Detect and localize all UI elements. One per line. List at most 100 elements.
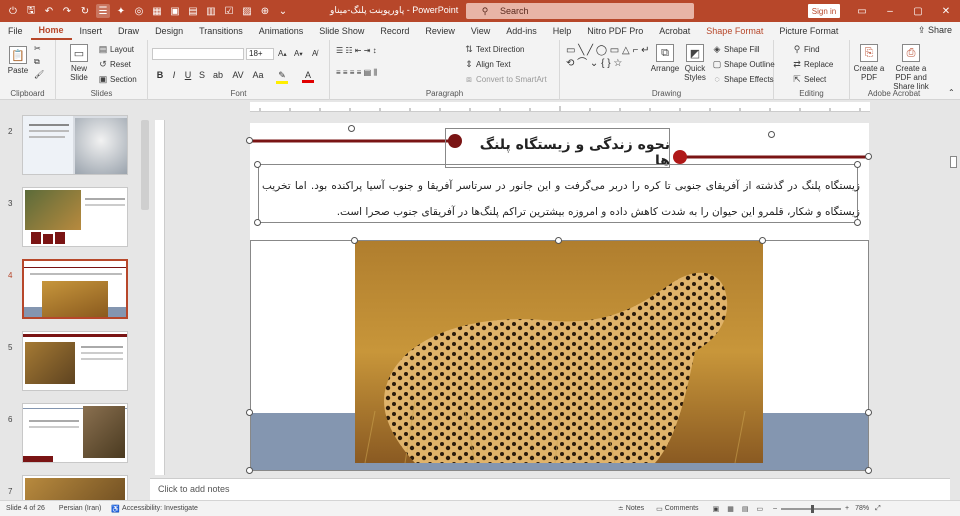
tab-animations[interactable]: Animations (251, 22, 312, 40)
resize-handle[interactable] (351, 237, 358, 244)
accessibility-status[interactable]: Accessibility: Investigate (122, 505, 198, 512)
zoom-out-icon[interactable]: – (773, 505, 777, 512)
increase-font-icon[interactable]: A ▴ (278, 49, 287, 58)
paste-button[interactable]: 📋 Paste (6, 46, 30, 75)
undo-icon[interactable]: ↶ (42, 4, 56, 18)
search-input[interactable]: ⚲ Search (466, 3, 694, 19)
change-case-button[interactable]: Aa (252, 70, 264, 80)
tab-acrobat[interactable]: Acrobat (651, 22, 698, 40)
resize-handle[interactable] (865, 153, 872, 160)
smartart-button[interactable]: ⧈ Convert to SmartArt (464, 74, 547, 84)
slideshow-icon[interactable]: ☰ (96, 4, 110, 18)
maximize-icon[interactable]: ▢ (904, 0, 932, 22)
slide-thumbnail-selected[interactable] (22, 259, 128, 319)
thumbnail-row[interactable]: 2 (0, 115, 140, 177)
layout-icon[interactable]: ▥ (204, 4, 218, 18)
reading-view-icon[interactable]: ▤ (742, 505, 749, 513)
resize-handle[interactable] (254, 219, 261, 226)
thumbnail-row[interactable]: 7 (0, 475, 140, 500)
resize-handle[interactable] (246, 137, 253, 144)
slide-canvas[interactable]: نحوه زندگی و زیستگاه پلنگ ها زیستگاه پلن… (246, 123, 872, 474)
refresh-icon[interactable]: ↻ (78, 4, 92, 18)
tab-nitro-pdf[interactable]: Nitro PDF Pro (579, 22, 651, 40)
resize-handle[interactable] (865, 409, 872, 416)
notes-button[interactable]: Notes (626, 505, 644, 512)
shape-effects-button[interactable]: ◌ Shape Effects (712, 74, 773, 84)
pin-icon[interactable]: ⊕ (258, 4, 272, 18)
tab-review[interactable]: Review (417, 22, 463, 40)
ribbon-display-icon[interactable]: ▭ (848, 0, 876, 22)
sorter-view-icon[interactable]: ▦ (727, 505, 734, 513)
thumbnail-row[interactable]: 5 (0, 331, 140, 393)
slideshow-view-icon[interactable]: ▭ (756, 505, 763, 513)
resize-handle[interactable] (246, 467, 253, 474)
chart-icon[interactable]: ▨ (240, 4, 254, 18)
select-button[interactable]: ⇱ Select (792, 74, 826, 84)
resize-handle[interactable] (246, 409, 253, 416)
underline-button[interactable]: U (182, 70, 194, 80)
create-share-button[interactable]: ⎙ Create a PDF and Share link (888, 44, 934, 91)
thumbnail-row[interactable]: 6 (0, 403, 140, 465)
tab-add-ins[interactable]: Add-ins (498, 22, 545, 40)
align-icons[interactable]: ≡ ≡ ≡ ≡ ▤ ⫼ (336, 68, 377, 78)
decrease-font-icon[interactable]: A ▾ (294, 49, 303, 58)
replace-button[interactable]: ⇄ Replace (792, 59, 833, 69)
scroll-thumb[interactable] (950, 156, 957, 168)
section-button[interactable]: ▣ Section (98, 74, 137, 84)
sign-in-button[interactable]: Sign in (808, 4, 840, 18)
font-color-icon[interactable]: A (302, 70, 314, 83)
slide-scrollbar[interactable] (949, 100, 958, 475)
arrange-button[interactable]: ⧉ Arrange (651, 44, 679, 73)
tab-record[interactable]: Record (372, 22, 417, 40)
language-status[interactable]: Persian (Iran) (59, 505, 101, 512)
layout-button[interactable]: ▤ Layout (98, 44, 134, 54)
quick-styles-button[interactable]: ◩ Quick Styles (682, 44, 708, 82)
image-icon[interactable]: ▤ (186, 4, 200, 18)
resize-handle[interactable] (759, 237, 766, 244)
align-text-button[interactable]: ⇕ Align Text (464, 59, 510, 69)
new-slide-button[interactable]: ▭ New Slide (64, 44, 94, 82)
tab-draw[interactable]: Draw (110, 22, 147, 40)
tab-picture-format[interactable]: Picture Format (771, 22, 846, 40)
tab-insert[interactable]: Insert (72, 22, 111, 40)
collapse-ribbon-icon[interactable]: ⌃ (948, 88, 955, 97)
slide-thumbnail[interactable] (22, 115, 128, 175)
resize-handle[interactable] (854, 161, 861, 168)
save-icon[interactable]: 🖫 (24, 4, 38, 18)
check-icon[interactable]: ☑ (222, 4, 236, 18)
shape-fill-button[interactable]: ◈ Shape Fill (712, 44, 760, 54)
tab-transitions[interactable]: Transitions (191, 22, 251, 40)
shapes-icon[interactable]: ✦ (114, 4, 128, 18)
slide-thumbnails-pane[interactable]: 2 3 4 5 6 7 (0, 101, 140, 500)
notes-pane[interactable]: Click to add notes (150, 478, 950, 500)
tab-view[interactable]: View (463, 22, 498, 40)
resize-handle[interactable] (254, 161, 261, 168)
text-direction-button[interactable]: ⇅ Text Direction (464, 44, 524, 54)
tab-help[interactable]: Help (545, 22, 580, 40)
reset-button[interactable]: ↺ Reset (98, 59, 131, 69)
italic-button[interactable]: I (168, 70, 180, 80)
bullets-icon[interactable]: ☰ ☷ ⇤ ⇥ ↕ (336, 46, 377, 55)
customize-icon[interactable]: ⌄ (276, 4, 290, 18)
thumbnail-scrollbar[interactable] (141, 120, 149, 210)
rotate-handle[interactable] (348, 125, 355, 132)
fit-slide-icon[interactable]: ⤢ (875, 505, 881, 513)
copy-icon[interactable]: ⧉ (34, 57, 40, 67)
resize-handle[interactable] (865, 467, 872, 474)
font-name-combo[interactable] (152, 48, 244, 60)
zoom-in-icon[interactable]: + (845, 505, 849, 512)
normal-view-icon[interactable]: ▣ (713, 505, 720, 513)
resize-handle[interactable] (555, 237, 562, 244)
bold-button[interactable]: B (154, 70, 166, 80)
clear-format-icon[interactable]: A̸ (312, 49, 317, 58)
minimize-icon[interactable]: – (876, 0, 904, 22)
table-icon[interactable]: ▣ (168, 4, 182, 18)
autosave-icon[interactable]: ⏻ (6, 4, 20, 18)
tab-shape-format[interactable]: Shape Format (698, 22, 771, 40)
thumbnail-row[interactable]: 3 (0, 187, 140, 249)
circle-icon[interactable]: ◎ (132, 4, 146, 18)
slide-thumbnail[interactable] (22, 403, 128, 463)
zoom-slider[interactable] (780, 504, 841, 513)
tab-design[interactable]: Design (147, 22, 191, 40)
slide-thumbnail[interactable] (22, 331, 128, 391)
